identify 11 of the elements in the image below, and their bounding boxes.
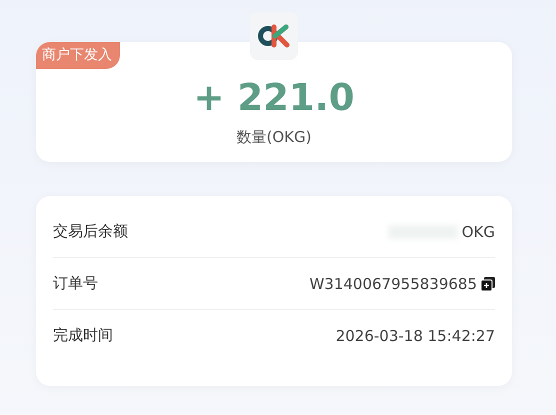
source-badge: 商户下发入 bbox=[36, 42, 120, 69]
amount-label: 数量(OKG) bbox=[236, 128, 312, 147]
detail-label: 完成时间 bbox=[53, 326, 113, 345]
detail-value: OKG bbox=[462, 222, 495, 240]
detail-label: 订单号 bbox=[53, 274, 98, 293]
detail-label: 交易后余额 bbox=[53, 222, 128, 241]
logo-icon bbox=[257, 24, 291, 48]
copy-icon[interactable] bbox=[481, 276, 495, 290]
detail-value: 2026-03-18 15:42:27 bbox=[336, 326, 495, 344]
amount-text: + 221.0 bbox=[194, 76, 354, 120]
detail-value: W3140067955839685 bbox=[309, 274, 477, 292]
